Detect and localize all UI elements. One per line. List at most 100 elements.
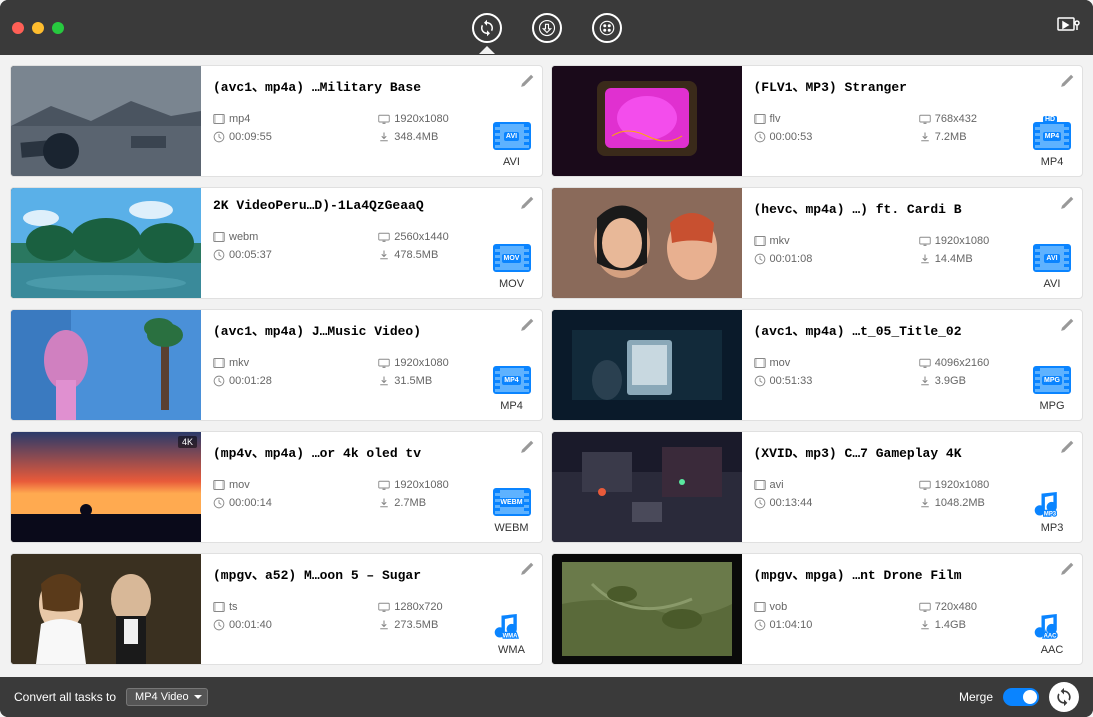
task-card[interactable]: 4K (mp4v、mp4a) …or 4k oled tv mov 1920x1… — [10, 431, 543, 543]
meta-duration: 00:01:08 — [754, 253, 909, 265]
task-title: (mp4v、mp4a) …or 4k oled tv — [213, 442, 534, 461]
thumbnail[interactable] — [552, 432, 742, 542]
task-title: 2K VideoPeru…D)-1La4QzGeaaQ — [213, 198, 534, 213]
format-label: MPG — [1030, 400, 1074, 412]
task-card[interactable]: (avc1、mp4a) J…Music Video) mkv 1920x1080… — [10, 309, 543, 421]
format-select[interactable]: MP4 Video — [126, 688, 208, 706]
meta-resolution: 2560x1440 — [378, 231, 533, 243]
edit-button[interactable] — [518, 72, 536, 90]
edit-button[interactable] — [1058, 72, 1076, 90]
edit-button[interactable] — [518, 438, 536, 456]
close-button[interactable] — [12, 22, 24, 34]
edit-button[interactable] — [518, 316, 536, 334]
meta-ext: vob — [754, 601, 909, 613]
format-label: MP3 — [1030, 522, 1074, 534]
thumbnail[interactable] — [552, 66, 742, 176]
task-card[interactable]: (XVID、mp3) C…7 Gameplay 4K avi 1920x1080… — [551, 431, 1084, 543]
titlebar — [0, 0, 1093, 55]
library-button[interactable] — [1057, 15, 1081, 40]
format-icon: AAC — [1033, 610, 1071, 640]
task-card[interactable]: (avc1、mp4a) …Military Base mp4 1920x1080… — [10, 65, 543, 177]
format-icon: WMA — [493, 610, 531, 640]
merge-label: Merge — [959, 690, 993, 704]
task-card[interactable]: (hevc、mp4a) …) ft. Cardi B mkv 1920x1080… — [551, 187, 1084, 299]
tab-download[interactable] — [532, 13, 562, 43]
tab-convert[interactable] — [472, 13, 502, 43]
task-title: (XVID、mp3) C…7 Gameplay 4K — [754, 442, 1075, 461]
edit-button[interactable] — [1058, 316, 1076, 334]
svg-text:WMA: WMA — [502, 634, 518, 640]
app-window: (avc1、mp4a) …Military Base mp4 1920x1080… — [0, 0, 1093, 717]
meta-ext: mkv — [213, 357, 368, 369]
meta-ext: mov — [754, 357, 909, 369]
format-icon: WEBM — [493, 488, 531, 518]
task-title: (mpgv、mpga) …nt Drone Film — [754, 564, 1075, 583]
edit-button[interactable] — [1058, 438, 1076, 456]
output-format-button[interactable]: MP4 MP4 — [490, 366, 534, 412]
output-format-button[interactable]: AAC AAC — [1030, 610, 1074, 656]
meta-duration: 00:01:28 — [213, 375, 368, 387]
footer: Convert all tasks to MP4 Video Merge — [0, 677, 1093, 717]
task-card[interactable]: (avc1、mp4a) …t_05_Title_02 mov 4096x2160… — [551, 309, 1084, 421]
output-format-button[interactable]: AVI AVI — [490, 122, 534, 168]
edit-button[interactable] — [1058, 194, 1076, 212]
thumbnail[interactable]: 4K — [11, 432, 201, 542]
thumbnail[interactable] — [11, 188, 201, 298]
output-format-button[interactable]: AVI AVI — [1030, 244, 1074, 290]
svg-text:MP3: MP3 — [1044, 512, 1057, 518]
output-format-button[interactable]: MPG MPG — [1030, 366, 1074, 412]
tab-media[interactable] — [592, 13, 622, 43]
svg-text:AAC: AAC — [1044, 634, 1058, 640]
output-format-button[interactable]: WEBM WEBM — [490, 488, 534, 534]
meta-ext: webm — [213, 231, 368, 243]
meta-duration: 00:05:37 — [213, 249, 368, 261]
task-card[interactable]: 2K VideoPeru…D)-1La4QzGeaaQ webm 2560x14… — [10, 187, 543, 299]
task-title: (avc1、mp4a) …Military Base — [213, 76, 534, 95]
task-list: (avc1、mp4a) …Military Base mp4 1920x1080… — [0, 55, 1093, 677]
titlebar-center — [472, 13, 622, 43]
format-label: AVI — [490, 156, 534, 168]
thumbnail[interactable] — [11, 310, 201, 420]
thumb-tag: 4K — [178, 436, 197, 448]
format-label: WMA — [490, 644, 534, 656]
format-icon: MP3 — [1033, 488, 1071, 518]
output-format-button[interactable]: HDMP4 MP4 — [1030, 122, 1074, 168]
output-format-button[interactable]: MOV MOV — [490, 244, 534, 290]
format-icon: MP4 — [493, 366, 531, 396]
task-card[interactable]: (mpgv、a52) M…oon 5 – Sugar ts 1280x720 0… — [10, 553, 543, 665]
meta-ext: ts — [213, 601, 368, 613]
format-icon: AVI — [493, 122, 531, 152]
meta-ext: mkv — [754, 235, 909, 247]
format-label: WEBM — [490, 522, 534, 534]
edit-button[interactable] — [518, 560, 536, 578]
meta-ext: mp4 — [213, 113, 368, 125]
maximize-button[interactable] — [52, 22, 64, 34]
meta-duration: 00:00:53 — [754, 131, 909, 143]
format-icon: MOV — [493, 244, 531, 274]
task-card[interactable]: (mpgv、mpga) …nt Drone Film vob 720x480 0… — [551, 553, 1084, 665]
meta-duration: 00:01:40 — [213, 619, 368, 631]
output-format-button[interactable]: WMA WMA — [490, 610, 534, 656]
convert-all-label: Convert all tasks to — [14, 690, 116, 704]
thumbnail[interactable] — [11, 66, 201, 176]
task-title: (avc1、mp4a) …t_05_Title_02 — [754, 320, 1075, 339]
meta-duration: 00:51:33 — [754, 375, 909, 387]
edit-button[interactable] — [1058, 560, 1076, 578]
meta-ext: mov — [213, 479, 368, 491]
format-label: MOV — [490, 278, 534, 290]
thumbnail[interactable] — [552, 188, 742, 298]
merge-toggle[interactable] — [1003, 688, 1039, 706]
thumbnail[interactable] — [552, 310, 742, 420]
output-format-button[interactable]: MP3 MP3 — [1030, 488, 1074, 534]
task-title: (FLV1、MP3) Stranger — [754, 76, 1075, 95]
edit-button[interactable] — [518, 194, 536, 212]
format-label: AVI — [1030, 278, 1074, 290]
meta-ext: avi — [754, 479, 909, 491]
thumbnail[interactable] — [11, 554, 201, 664]
meta-duration: 00:13:44 — [754, 497, 909, 509]
task-title: (avc1、mp4a) J…Music Video) — [213, 320, 534, 339]
minimize-button[interactable] — [32, 22, 44, 34]
start-convert-button[interactable] — [1049, 682, 1079, 712]
thumbnail[interactable] — [552, 554, 742, 664]
task-card[interactable]: (FLV1、MP3) Stranger flv 768x432 00:00:53… — [551, 65, 1084, 177]
